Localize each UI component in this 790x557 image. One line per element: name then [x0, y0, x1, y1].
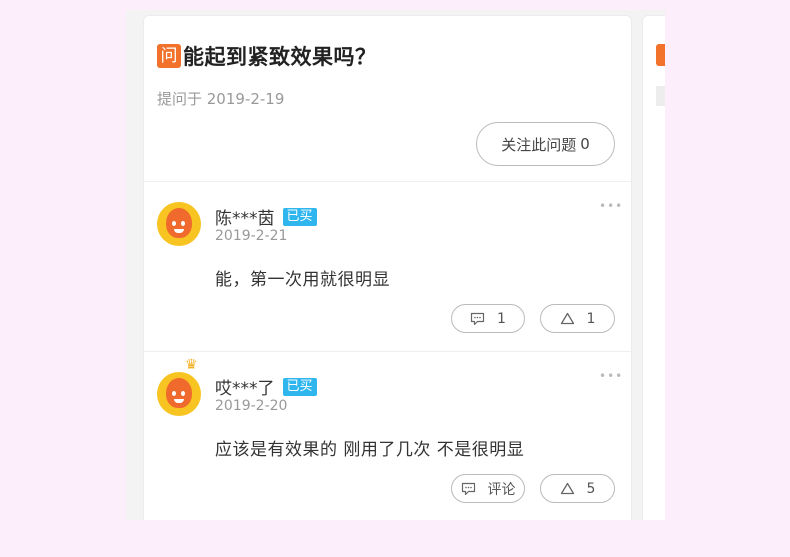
divider: [144, 351, 631, 352]
answer-date: 2019-2-20: [215, 398, 288, 414]
comment-count: 1: [497, 310, 506, 327]
comment-icon: [461, 482, 475, 495]
answer-username: 陈***茵: [215, 209, 275, 229]
comment-icon: [470, 312, 485, 325]
answer-content: 能，第一次用就很明显: [215, 270, 390, 290]
divider: [144, 181, 631, 182]
crown-icon: ♛: [185, 357, 198, 373]
like-button[interactable]: 1: [540, 304, 615, 333]
follow-question-button[interactable]: 关注此问题 0: [476, 122, 615, 166]
like-icon: [560, 312, 574, 325]
comment-button[interactable]: 评论: [451, 474, 525, 503]
bought-badge: 已买: [282, 207, 317, 226]
question-badge: 问: [157, 44, 181, 68]
question-card[interactable]: 问 能起到紧致效果吗？ 提问于 2019-2-19 关注此问题 0 陈***茵 …: [143, 15, 632, 520]
follow-label: 关注此问题: [501, 135, 577, 154]
answer-user-row: 陈***茵 已买: [215, 204, 317, 229]
answer-username: 哎***了: [215, 379, 275, 399]
answer-content: 应该是有效果的 刚用了几次 不是很明显: [215, 440, 525, 460]
avatar: [157, 202, 201, 246]
placeholder-bar: [656, 86, 665, 106]
answer-date: 2019-2-21: [215, 228, 288, 244]
like-count: 5: [586, 480, 596, 497]
qa-carousel: 问 能起到紧致效果吗？ 提问于 2019-2-19 关注此问题 0 陈***茵 …: [126, 10, 665, 520]
question-date: 提问于 2019-2-19: [157, 90, 285, 108]
question-header: 问 能起到紧致效果吗？: [157, 41, 377, 71]
comment-button[interactable]: 1: [451, 304, 525, 333]
avatar: ♛: [157, 358, 201, 416]
more-icon[interactable]: •••: [599, 199, 623, 213]
follow-count: 0: [580, 135, 590, 153]
next-question-card[interactable]: [642, 15, 665, 520]
comment-label: 评论: [487, 481, 516, 498]
question-badge: [656, 44, 665, 66]
like-button[interactable]: 5: [540, 474, 615, 503]
bought-badge: 已买: [282, 377, 317, 396]
like-count: 1: [586, 310, 596, 327]
question-title: 能起到紧致效果吗？: [183, 45, 377, 69]
more-icon[interactable]: •••: [599, 369, 623, 383]
answer-user-row: 哎***了 已买: [215, 374, 317, 399]
like-icon: [560, 482, 574, 495]
